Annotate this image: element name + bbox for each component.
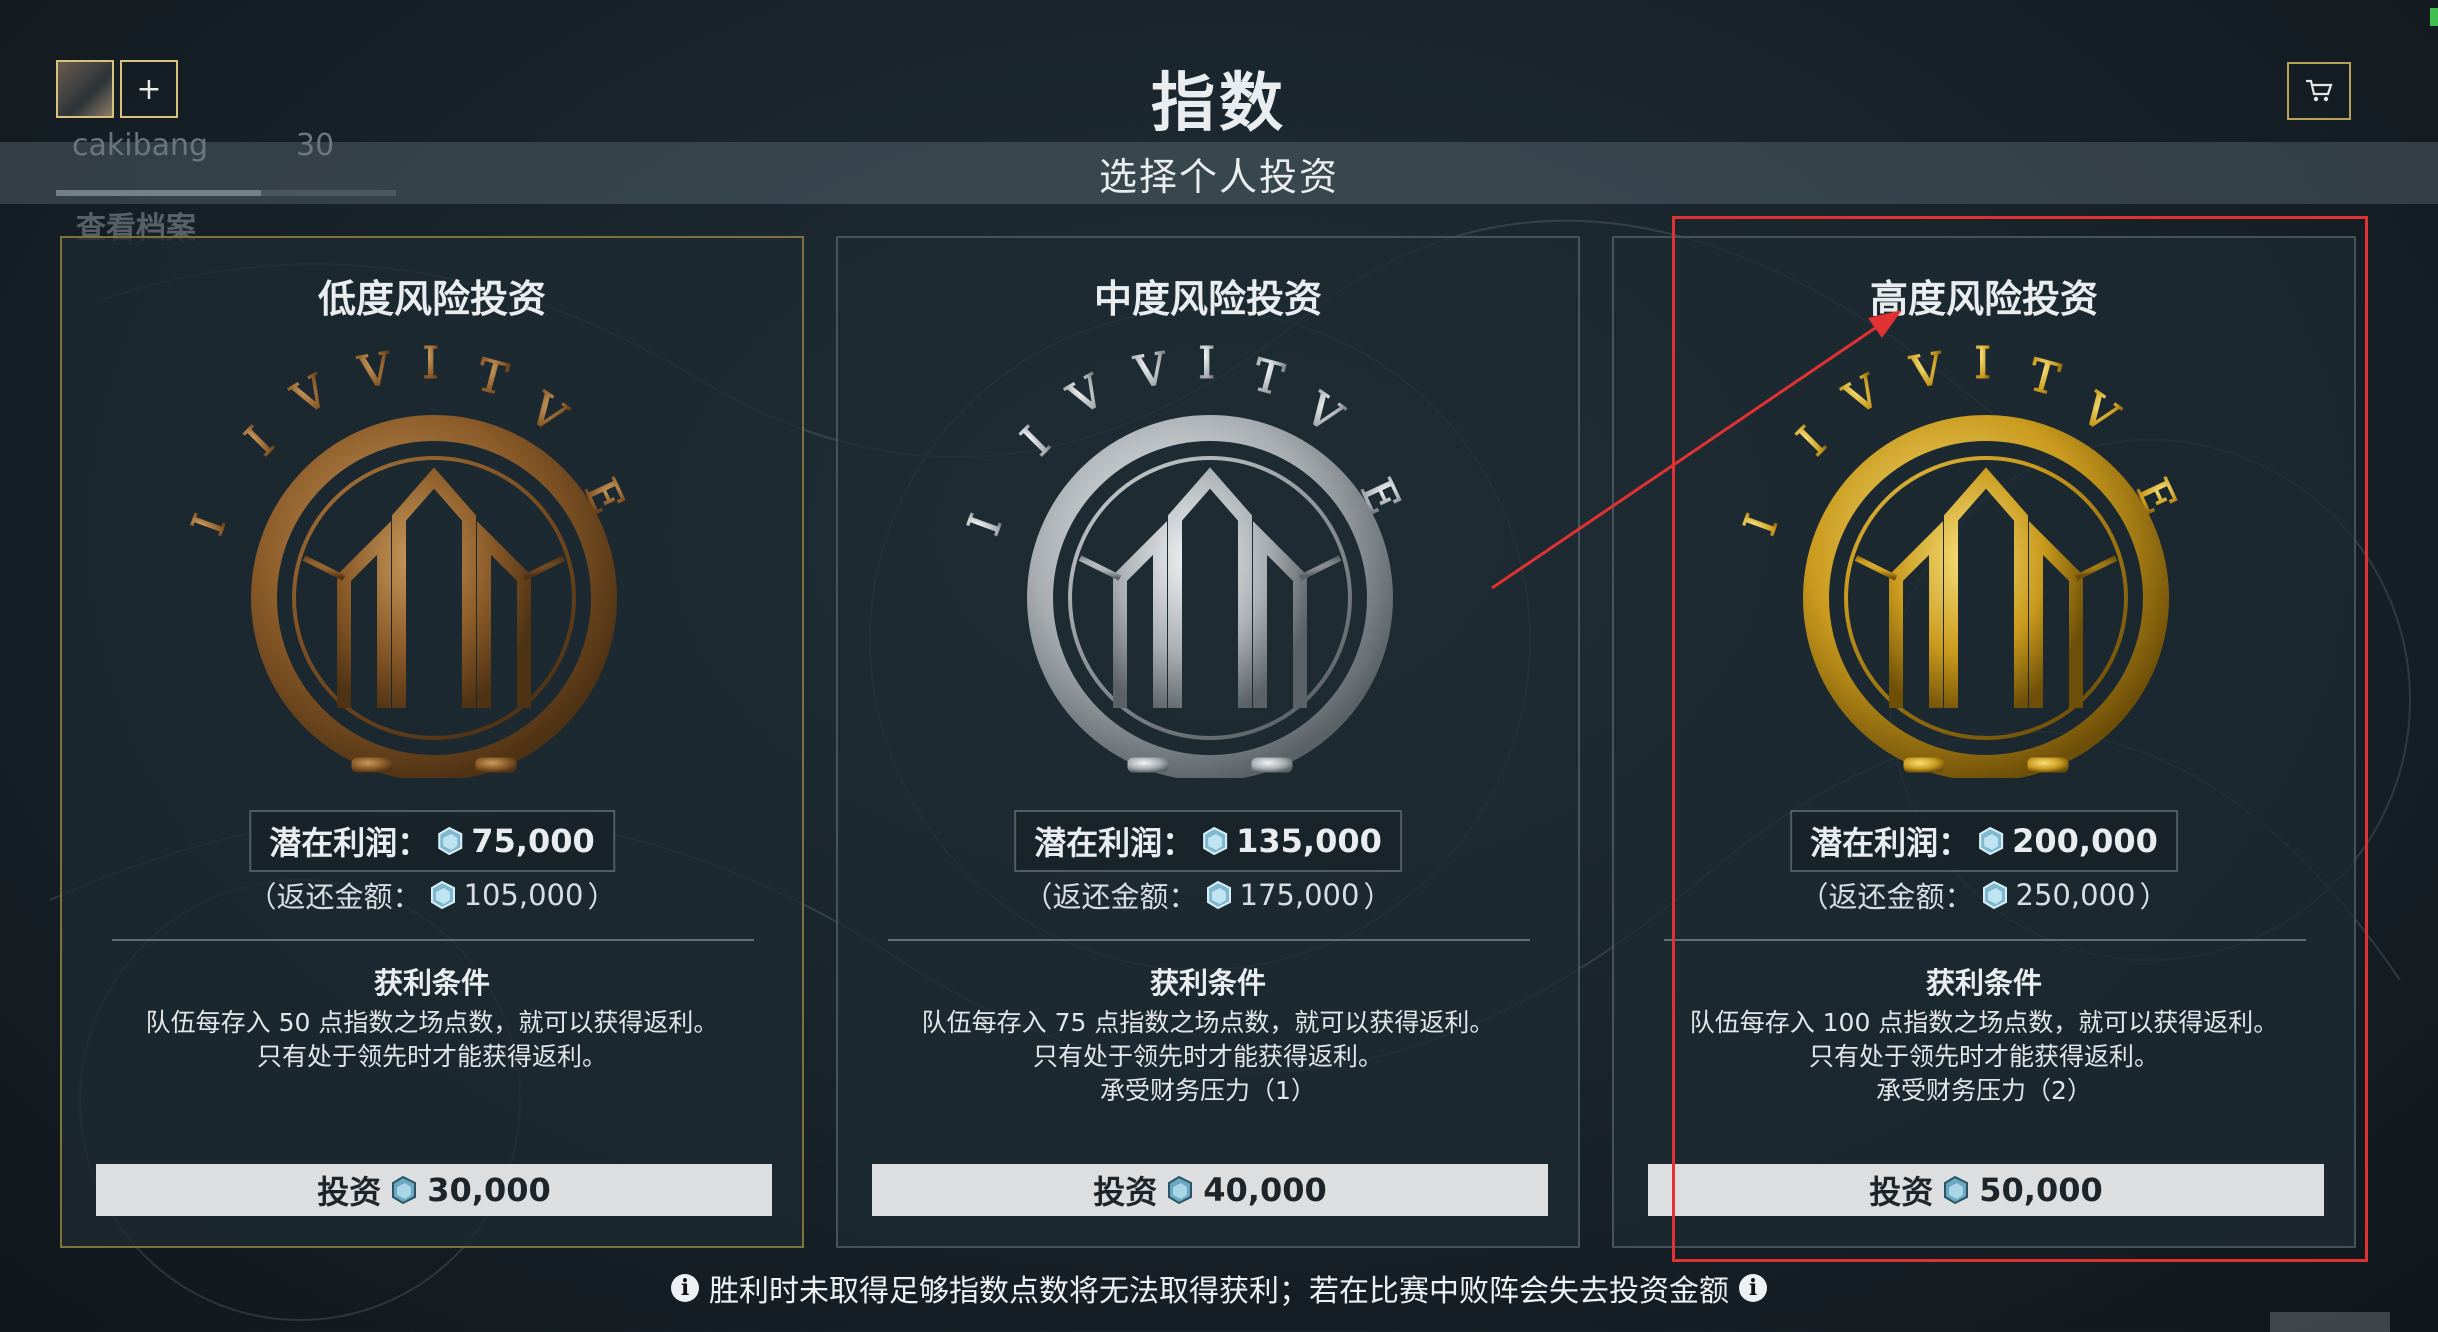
condition-line-3: 承受财务压力（1）: [1100, 1076, 1316, 1105]
svg-text:T: T: [471, 349, 513, 406]
condition-line-1: 队伍每存入 75 点指数之场点数，就可以获得返利。: [921, 1008, 1495, 1037]
svg-text:T: T: [1247, 349, 1289, 406]
condition-line-2: 只有处于领先时才能获得返利。: [256, 1042, 607, 1071]
profit-label: 潜在利润：: [1034, 824, 1195, 862]
platinum-icon: [392, 1175, 417, 1205]
footer-warning-text: 胜利时未取得足够指数点数将无法取得获利；若在比赛中败阵会失去投资金额: [709, 1274, 1729, 1309]
svg-text:I: I: [1012, 417, 1060, 465]
platinum-icon: [1203, 826, 1228, 856]
info-icon[interactable]: i: [1739, 1274, 1767, 1302]
cart-icon: [2306, 79, 2333, 102]
svg-text:V: V: [1059, 365, 1114, 426]
condition-line-1: 队伍每存入 50 点指数之场点数，就可以获得返利。: [145, 1008, 719, 1037]
condition-title: 获利条件: [373, 966, 490, 1000]
invest-button[interactable]: 投资 40,000: [872, 1164, 1548, 1216]
invest-button[interactable]: 投资 30,000: [96, 1164, 772, 1216]
refund-value: 105,000: [463, 878, 584, 912]
svg-text:V: V: [354, 343, 396, 399]
invest-cost: 40,000: [1203, 1171, 1327, 1209]
potential-profit: 潜在利润： 135,000: [1014, 810, 1402, 872]
footer-warning: i 胜利时未取得足够指数点数将无法取得获利；若在比赛中败阵会失去投资金额 i: [0, 1266, 2438, 1310]
status-indicator: [2430, 8, 2438, 26]
platinum-icon: [1206, 880, 1231, 910]
highlight-box: [1672, 216, 2368, 1262]
refund-suffix: ）: [1363, 880, 1393, 914]
svg-text:V: V: [519, 383, 576, 444]
condition-title: 获利条件: [1149, 966, 1266, 1000]
svg-text:V: V: [1130, 343, 1172, 399]
subtitle-bar: 选择个人投资: [0, 142, 2438, 204]
svg-text:I: I: [184, 508, 236, 542]
page-title: 指数: [1151, 67, 1287, 141]
refund-value: 175,000: [1239, 878, 1360, 912]
profit-value: 75,000: [471, 822, 595, 860]
refund-amount: （返还金额： 105,000 ）: [62, 874, 802, 916]
back-button[interactable]: [2270, 1312, 2390, 1332]
svg-text:V: V: [283, 365, 338, 426]
potential-profit: 潜在利润： 75,000: [249, 810, 615, 872]
invest-label: 投资: [317, 1173, 382, 1211]
index-emblem-silver-icon: I I V V I T V E: [960, 338, 1410, 778]
svg-text:V: V: [1295, 383, 1352, 444]
condition-line-2: 只有处于领先时才能获得返利。: [1032, 1042, 1383, 1071]
investment-card-low[interactable]: 低度风险投资 I I V V I T V E 潜在利润： 75,000 （返还金…: [60, 236, 804, 1248]
invest-label: 投资: [1093, 1173, 1158, 1211]
refund-amount: （返还金额： 175,000 ）: [838, 874, 1578, 916]
info-icon[interactable]: i: [671, 1274, 699, 1302]
platinum-icon: [430, 880, 455, 910]
card-title: 中度风险投资: [1093, 277, 1322, 321]
svg-text:I: I: [1198, 338, 1215, 389]
divider: [888, 939, 1530, 941]
card-title: 低度风险投资: [317, 277, 546, 321]
refund-prefix: （返还金额：: [1023, 880, 1198, 914]
index-emblem-bronze-icon: I I V V I T V E: [184, 338, 634, 778]
refund-prefix: （返还金额：: [247, 880, 422, 914]
svg-text:I: I: [236, 417, 284, 465]
refund-suffix: ）: [587, 880, 617, 914]
svg-text:I: I: [960, 508, 1012, 542]
divider: [112, 939, 754, 941]
investment-card-medium[interactable]: 中度风险投资 I I V V I T V E 潜在利润： 135,000 （返还…: [836, 236, 1580, 1248]
platinum-icon: [1168, 1175, 1193, 1205]
invest-cost: 30,000: [427, 1171, 551, 1209]
platinum-icon: [438, 826, 463, 856]
cart-button[interactable]: [2287, 62, 2351, 120]
profit-value: 135,000: [1236, 822, 1382, 860]
svg-text:I: I: [422, 338, 439, 389]
profit-label: 潜在利润：: [269, 824, 430, 862]
page-subtitle: 选择个人投资: [1098, 154, 1339, 199]
